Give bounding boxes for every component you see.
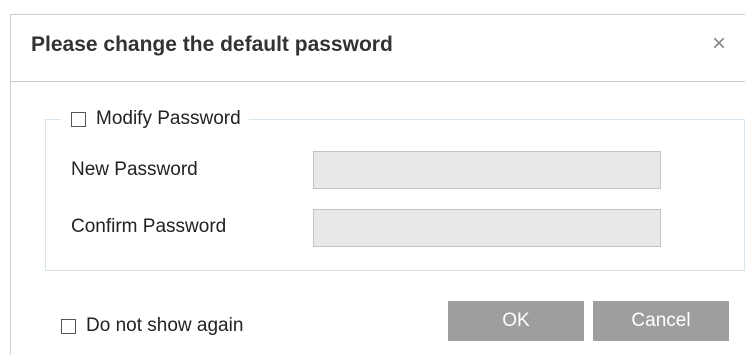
- do-not-show-again-label: Do not show again: [86, 315, 244, 336]
- close-icon[interactable]: ×: [706, 31, 732, 57]
- modify-password-label: Modify Password: [96, 108, 241, 129]
- new-password-input[interactable]: [313, 151, 661, 189]
- modify-password-checkbox[interactable]: [71, 111, 86, 127]
- password-dialog: Please change the default password × Mod…: [10, 14, 745, 355]
- confirm-password-input[interactable]: [313, 209, 661, 247]
- do-not-show-again-checkbox[interactable]: [61, 318, 76, 334]
- modify-password-legend: Modify Password: [61, 107, 249, 131]
- dialog-title: Please change the default password: [31, 33, 393, 56]
- modify-password-group: [45, 119, 745, 271]
- cancel-button[interactable]: Cancel: [593, 301, 729, 341]
- new-password-label: New Password: [71, 159, 198, 180]
- confirm-password-label: Confirm Password: [71, 216, 227, 237]
- ok-button[interactable]: OK: [448, 301, 584, 341]
- dialog-header: Please change the default password ×: [11, 15, 745, 82]
- do-not-show-again[interactable]: Do not show again: [61, 315, 243, 337]
